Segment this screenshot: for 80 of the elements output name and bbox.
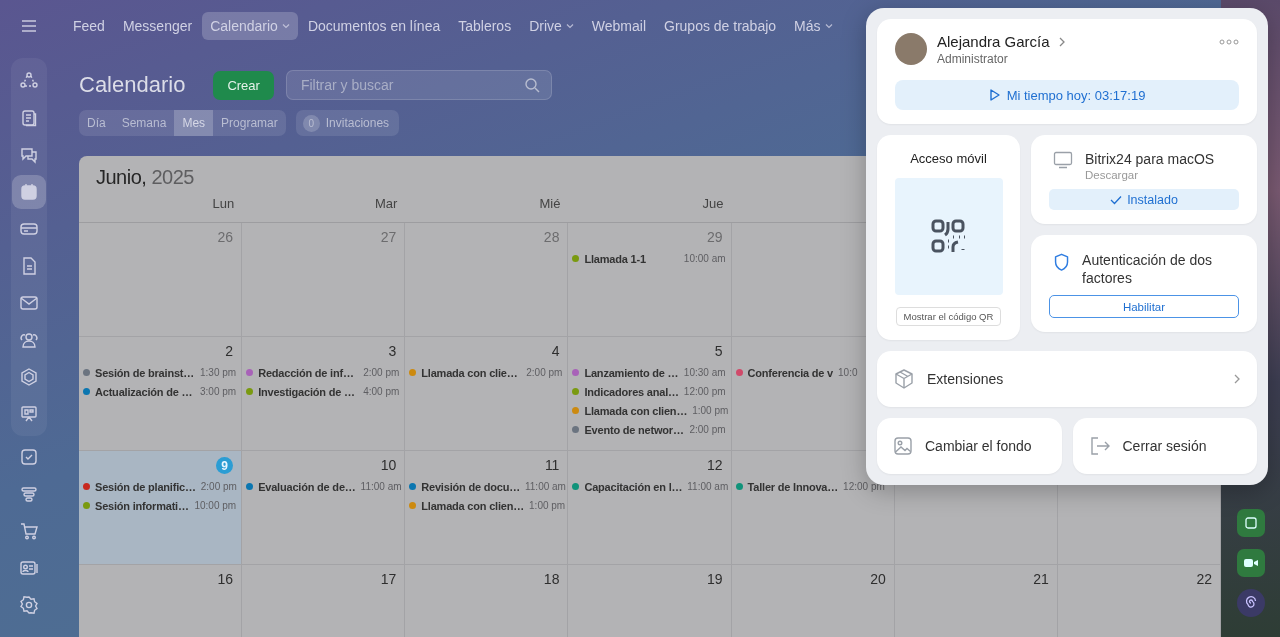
day-number: 11 bbox=[544, 457, 560, 475]
day-number: 26 bbox=[217, 229, 234, 247]
chevron-right-icon bbox=[1057, 35, 1066, 48]
calendar-event[interactable]: Redacción de inf… 2:00 pm bbox=[246, 363, 402, 382]
calendar-event[interactable]: Sesión de brainst… 1:30 pm bbox=[83, 363, 239, 382]
day-number: 16 bbox=[217, 571, 234, 589]
calendar-event[interactable]: Evaluación de de… 11:00 am bbox=[246, 477, 402, 496]
calendar-event[interactable]: Indicadores anal… 12:00 pm bbox=[572, 382, 728, 401]
box-icon bbox=[893, 368, 915, 390]
calendar-event[interactable]: Taller de Innova… 12:00 pm bbox=[735, 477, 891, 496]
monitor-icon bbox=[1053, 151, 1073, 169]
day-number: 22 bbox=[1196, 571, 1212, 589]
weekday-label: Mié bbox=[539, 196, 561, 211]
calendar-event[interactable]: Lanzamiento de … 10:30 am bbox=[572, 363, 728, 382]
two-factor-title: Autenticación de dos factores bbox=[1082, 251, 1214, 287]
logout-icon bbox=[1088, 436, 1111, 456]
app-title: Bitrix24 para macOS bbox=[1085, 151, 1215, 167]
calendar-event[interactable]: Sesión de planific… 2:00 pm bbox=[83, 477, 239, 496]
calendar-event[interactable]: Sesión informati… 10:00 pm bbox=[83, 496, 239, 515]
calendar-event[interactable]: Llamada con clie… 2:00 pm bbox=[409, 363, 565, 382]
nav-tab[interactable]: Webmail bbox=[583, 12, 654, 40]
more-icon[interactable] bbox=[1219, 39, 1239, 45]
day-number: 17 bbox=[380, 571, 397, 589]
nav-tab[interactable]: Más bbox=[786, 12, 841, 40]
check-icon bbox=[1110, 194, 1123, 205]
day-number: 9 bbox=[216, 457, 234, 474]
avatar bbox=[895, 33, 927, 65]
show-qr-button[interactable]: Mostrar el código QR bbox=[895, 307, 1002, 326]
nav-tab[interactable]: Drive bbox=[521, 12, 582, 40]
day-number: 21 bbox=[1033, 571, 1049, 589]
day-number: 28 bbox=[543, 229, 560, 247]
day-number: 27 bbox=[380, 229, 397, 247]
card-title: Acceso móvil bbox=[910, 151, 987, 166]
weekday-label: Lun bbox=[212, 196, 235, 211]
day-number: 3 bbox=[388, 343, 397, 361]
calendar-event[interactable]: Llamada 1-1 10:00 am bbox=[572, 249, 728, 268]
shield-icon bbox=[1053, 251, 1071, 273]
nav-tab[interactable]: Feed bbox=[65, 12, 113, 40]
day-number: 5 bbox=[714, 343, 723, 361]
enable-button[interactable]: Habilitar bbox=[1049, 295, 1239, 318]
calendar-event[interactable]: Investigación de … 4:00 pm bbox=[246, 382, 402, 401]
image-icon bbox=[893, 436, 913, 456]
qr-code-icon bbox=[930, 218, 967, 255]
day-number: 19 bbox=[707, 571, 723, 589]
calendar-event[interactable]: Llamada con clien… 1:00 pm bbox=[409, 496, 565, 515]
nav-tab[interactable]: Tableros bbox=[450, 12, 520, 40]
create-button[interactable]: Crear bbox=[213, 70, 274, 100]
day-number: 29 bbox=[707, 229, 723, 247]
calendar-event[interactable]: Actualización de … 3:00 pm bbox=[83, 382, 239, 401]
day-number: 20 bbox=[870, 571, 886, 589]
spiral-icon[interactable] bbox=[1236, 589, 1265, 617]
installed-status: Instalado bbox=[1049, 189, 1239, 210]
weekday-label: Mar bbox=[374, 196, 398, 211]
page-title: Calendario bbox=[79, 72, 186, 98]
calendar-event[interactable]: Capacitación en l… 11:00 am bbox=[572, 477, 728, 496]
calendar-event[interactable]: Revisión de docu… 11:00 am bbox=[409, 477, 565, 496]
user-role: Administrator bbox=[937, 52, 1008, 66]
timer-button[interactable]: Mi tiempo hoy: 03:17:19 bbox=[895, 80, 1239, 110]
extensions-row[interactable]: Extensiones bbox=[877, 351, 1257, 407]
search-icon bbox=[523, 77, 540, 93]
calendar-event[interactable]: Evento de networ… 2:00 pm bbox=[572, 420, 728, 439]
logout-button[interactable]: Cerrar sesión bbox=[1072, 418, 1257, 474]
weekday-label: Jue bbox=[702, 196, 724, 211]
invitations-label: Invitaciones bbox=[325, 116, 390, 130]
calendar-event[interactable]: Llamada con clien… 1:00 pm bbox=[572, 401, 728, 420]
calendar-icon[interactable] bbox=[12, 174, 46, 209]
day-number: 18 bbox=[543, 571, 560, 589]
user-name-link[interactable]: Alejandra García bbox=[937, 33, 1066, 50]
day-number: 4 bbox=[551, 343, 560, 361]
day-number: 2 bbox=[225, 343, 234, 361]
play-icon bbox=[988, 88, 1001, 102]
nav-tab[interactable]: Grupos de trabajo bbox=[656, 12, 785, 40]
month-title: Junio, 2025 bbox=[96, 166, 194, 188]
chevron-right-icon bbox=[1233, 373, 1241, 385]
nav-tab[interactable]: Documentos en línea bbox=[299, 12, 449, 40]
video-camera-icon[interactable] bbox=[1236, 549, 1265, 577]
change-background-button[interactable]: Cambiar el fondo bbox=[877, 418, 1062, 474]
nav-tab[interactable]: Messenger bbox=[114, 12, 201, 40]
day-number: 12 bbox=[707, 457, 723, 475]
day-number: 10 bbox=[380, 457, 397, 475]
